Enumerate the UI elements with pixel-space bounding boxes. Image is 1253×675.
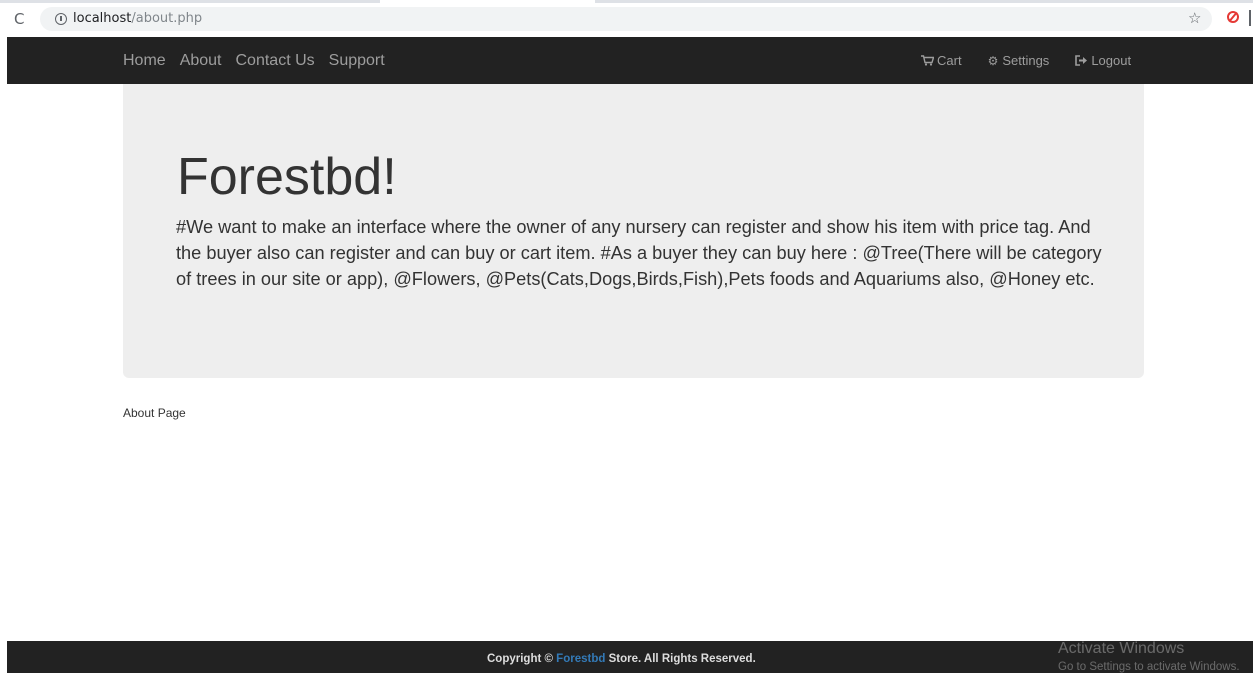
about-page-label: About Page: [123, 406, 186, 420]
url-host: localhost: [73, 11, 132, 26]
nav-actions: Cart ⚙ Settings Logout: [921, 37, 1131, 84]
browser-toolbar: C localhost/about.php ☆: [0, 0, 1253, 37]
nav-about[interactable]: About: [180, 51, 222, 71]
copyright-prefix: Copyright ©: [487, 653, 557, 665]
navbar: Home About Contact Us Support Cart ⚙ Set…: [7, 37, 1253, 84]
watermark-title: Activate Windows: [1058, 640, 1185, 657]
copyright-text: Copyright © Forestbd Store. All Rights R…: [487, 652, 756, 666]
menu-icon[interactable]: [1249, 10, 1251, 26]
settings-link[interactable]: ⚙ Settings: [988, 53, 1050, 69]
extension-icon[interactable]: [1227, 11, 1239, 23]
cart-link[interactable]: Cart: [921, 53, 962, 69]
logout-icon: [1075, 55, 1088, 66]
page-title: Forestbd!: [177, 148, 397, 206]
site-info-icon[interactable]: [55, 13, 67, 25]
url-text[interactable]: localhost/about.php: [73, 11, 202, 27]
tab-strip: [0, 0, 1253, 3]
cart-label: Cart: [937, 52, 962, 68]
settings-label: Settings: [1002, 52, 1050, 68]
nav-support[interactable]: Support: [329, 51, 385, 71]
url-path: /about.php: [131, 11, 203, 26]
nav-home[interactable]: Home: [123, 51, 166, 71]
active-tab-edge: [380, 0, 595, 3]
windows-activation-watermark: Activate Windows Go to Settings to activ…: [1058, 639, 1240, 675]
address-bar[interactable]: localhost/about.php: [40, 7, 1212, 31]
reload-icon[interactable]: C: [14, 10, 24, 28]
cart-icon: [921, 55, 934, 66]
nav-contact-us[interactable]: Contact Us: [236, 51, 315, 71]
site-description: #We want to make an interface where the …: [176, 217, 1102, 289]
footer-brand-link[interactable]: Forestbd: [556, 653, 605, 665]
jumbotron: Forestbd! #We want to make an interface …: [123, 84, 1144, 378]
bookmark-star-icon[interactable]: ☆: [1188, 9, 1201, 27]
copyright-suffix: Store. All Rights Reserved.: [605, 653, 756, 665]
logout-link[interactable]: Logout: [1075, 53, 1131, 69]
nav-links: Home About Contact Us Support: [123, 37, 399, 84]
logout-label: Logout: [1091, 52, 1132, 68]
gear-icon: ⚙: [987, 53, 999, 68]
